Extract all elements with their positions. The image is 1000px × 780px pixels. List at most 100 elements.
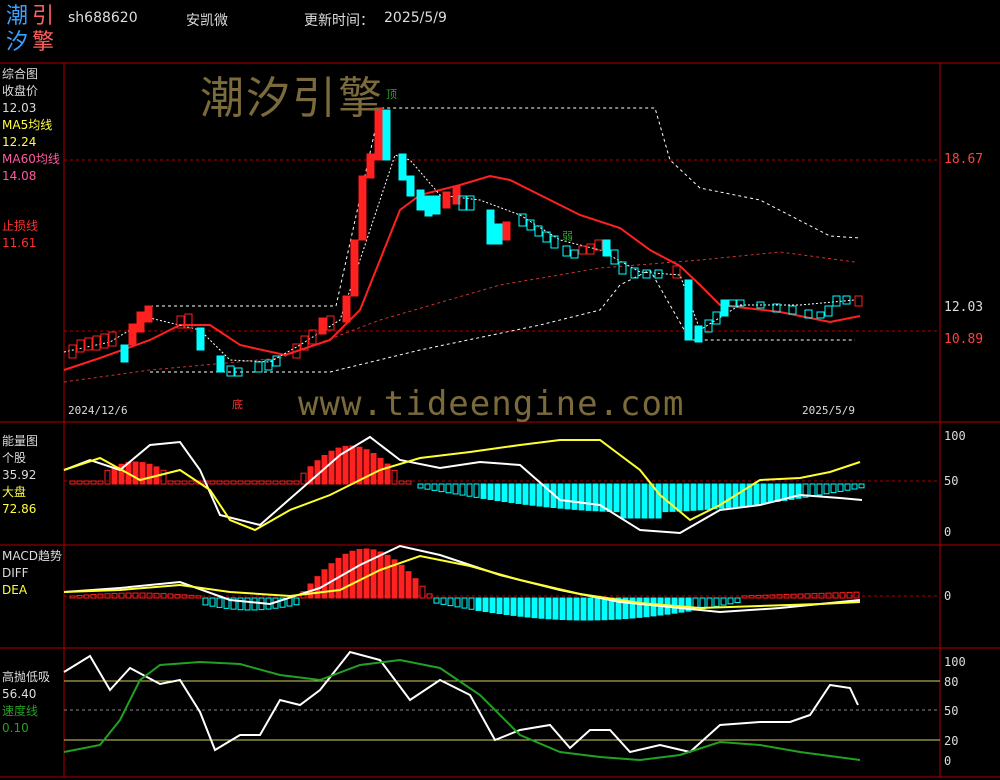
macd-bar bbox=[510, 597, 517, 616]
energy-stock-label: 个股 bbox=[2, 451, 27, 465]
candle bbox=[366, 153, 375, 179]
macd-bar bbox=[447, 597, 454, 607]
energy-bar bbox=[536, 483, 543, 507]
main-panel-plot bbox=[63, 107, 863, 383]
macd-bar bbox=[545, 597, 552, 620]
macd-bar bbox=[720, 597, 727, 606]
energy-bar bbox=[160, 469, 167, 485]
energy-axis-100: 100 bbox=[944, 429, 966, 443]
candle bbox=[486, 209, 495, 245]
macd-bar bbox=[496, 597, 503, 615]
macd-title: MACD趋势 bbox=[2, 549, 62, 563]
macd-bar bbox=[237, 597, 244, 611]
candle bbox=[76, 339, 85, 353]
macd-bar bbox=[839, 592, 846, 599]
ma60-label: MA60均线 bbox=[2, 152, 60, 166]
energy-bar bbox=[286, 480, 293, 485]
candle bbox=[578, 245, 587, 255]
macd-bar bbox=[475, 597, 482, 611]
hilo-value: 56.40 bbox=[2, 687, 37, 701]
candle bbox=[406, 175, 415, 197]
macd-bar bbox=[762, 594, 769, 599]
hilo-axis-20: 20 bbox=[944, 734, 959, 748]
date-start: 2024/12/6 bbox=[68, 404, 128, 417]
candle bbox=[684, 279, 693, 341]
macd-bar bbox=[573, 597, 580, 621]
candle bbox=[542, 231, 551, 243]
macd-bar bbox=[405, 571, 412, 599]
macd-bar bbox=[538, 597, 545, 619]
energy-bar bbox=[711, 483, 718, 510]
macd-bar bbox=[734, 597, 741, 604]
candle bbox=[654, 269, 663, 279]
energy-bar bbox=[445, 483, 452, 494]
macd-bar bbox=[398, 564, 405, 599]
candle bbox=[816, 311, 825, 319]
macd-bar bbox=[559, 597, 566, 621]
energy-bar bbox=[237, 480, 244, 485]
energy-bar bbox=[438, 483, 445, 493]
macd-bar bbox=[412, 578, 419, 599]
stoploss-label: 止损线 bbox=[2, 219, 39, 233]
energy-bar bbox=[529, 483, 536, 506]
close-value: 12.03 bbox=[2, 101, 37, 115]
candle bbox=[570, 249, 579, 259]
ma60-value: 14.08 bbox=[2, 169, 37, 183]
macd-bar bbox=[832, 592, 839, 599]
energy-bar bbox=[837, 483, 844, 492]
candle bbox=[350, 239, 359, 297]
macd-bar bbox=[384, 554, 391, 599]
energy-bar bbox=[230, 480, 237, 485]
candle bbox=[832, 295, 841, 307]
macd-bar bbox=[188, 594, 195, 599]
energy-bar bbox=[844, 483, 851, 491]
stoploss-value: 11.61 bbox=[2, 236, 37, 250]
energy-bar bbox=[655, 483, 662, 519]
energy-axis-50: 50 bbox=[944, 474, 959, 488]
candle bbox=[382, 109, 391, 161]
ma60-line bbox=[63, 251, 856, 383]
candle bbox=[518, 213, 527, 227]
candle bbox=[550, 235, 559, 249]
energy-bar bbox=[398, 480, 405, 485]
candle bbox=[398, 153, 407, 181]
ma5-label: MA5均线 bbox=[2, 118, 53, 132]
energy-bar bbox=[683, 483, 690, 512]
energy-bar bbox=[424, 483, 431, 490]
candle bbox=[788, 305, 797, 315]
macd-bar bbox=[216, 597, 223, 608]
energy-title: 能量图 bbox=[2, 434, 39, 448]
hilo-levels bbox=[64, 680, 940, 741]
bottom-mark: 底 bbox=[232, 398, 243, 411]
macd-bar bbox=[293, 597, 300, 606]
candle bbox=[610, 249, 619, 265]
macd-bar bbox=[69, 595, 76, 599]
macd-bar bbox=[601, 597, 608, 621]
macd-bar bbox=[454, 597, 461, 608]
energy-bar bbox=[83, 480, 90, 485]
hilo-axis-0: 0 bbox=[944, 754, 952, 768]
energy-bar bbox=[487, 483, 494, 501]
energy-bar bbox=[76, 480, 83, 485]
macd-bar bbox=[356, 548, 363, 599]
hilo-line bbox=[63, 650, 859, 754]
energy-bar bbox=[851, 483, 858, 490]
speed-label: 速度线 bbox=[2, 704, 39, 718]
energy-bar bbox=[391, 469, 398, 485]
energy-bar bbox=[627, 483, 634, 519]
candle bbox=[672, 265, 681, 279]
channel-upper bbox=[150, 107, 861, 307]
candle bbox=[144, 305, 153, 323]
weak-mark: 弱 bbox=[562, 230, 573, 243]
macd-bar bbox=[531, 597, 538, 619]
energy-bar bbox=[279, 480, 286, 485]
energy-bar bbox=[697, 483, 704, 511]
energy-bar bbox=[564, 483, 571, 510]
hilo-axis-80: 80 bbox=[944, 675, 959, 689]
energy-bar bbox=[300, 472, 307, 485]
ma-red-line bbox=[63, 174, 861, 371]
energy-bar bbox=[578, 483, 585, 511]
energy-bar bbox=[69, 480, 76, 485]
energy-bar bbox=[452, 483, 459, 495]
macd-bar bbox=[461, 597, 468, 609]
